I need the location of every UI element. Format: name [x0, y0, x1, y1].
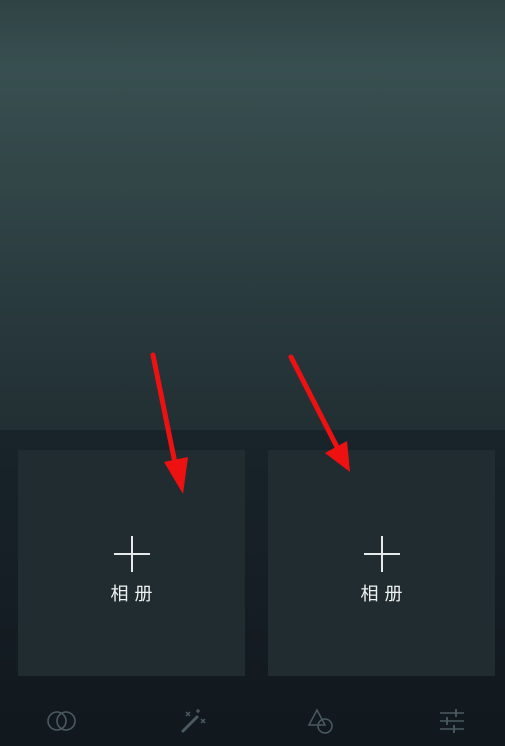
tab-shapes[interactable]	[300, 704, 340, 738]
plus-icon	[364, 536, 400, 572]
bottom-tab-bar	[0, 696, 505, 746]
magic-wand-icon	[181, 709, 206, 733]
sliders-icon	[440, 709, 464, 733]
image-preview-area	[0, 0, 505, 430]
album-slot-left[interactable]: 相册	[18, 450, 245, 676]
overlap-circles-icon	[47, 711, 76, 731]
album-label: 相册	[110, 584, 159, 605]
plus-icon	[114, 536, 150, 572]
album-label: 相册	[360, 584, 409, 605]
tab-adjust[interactable]	[432, 704, 472, 738]
tab-magic[interactable]	[172, 704, 212, 738]
tab-blend[interactable]	[42, 704, 82, 738]
album-slot-right[interactable]: 相册	[268, 450, 495, 676]
shapes-icon	[307, 708, 333, 734]
